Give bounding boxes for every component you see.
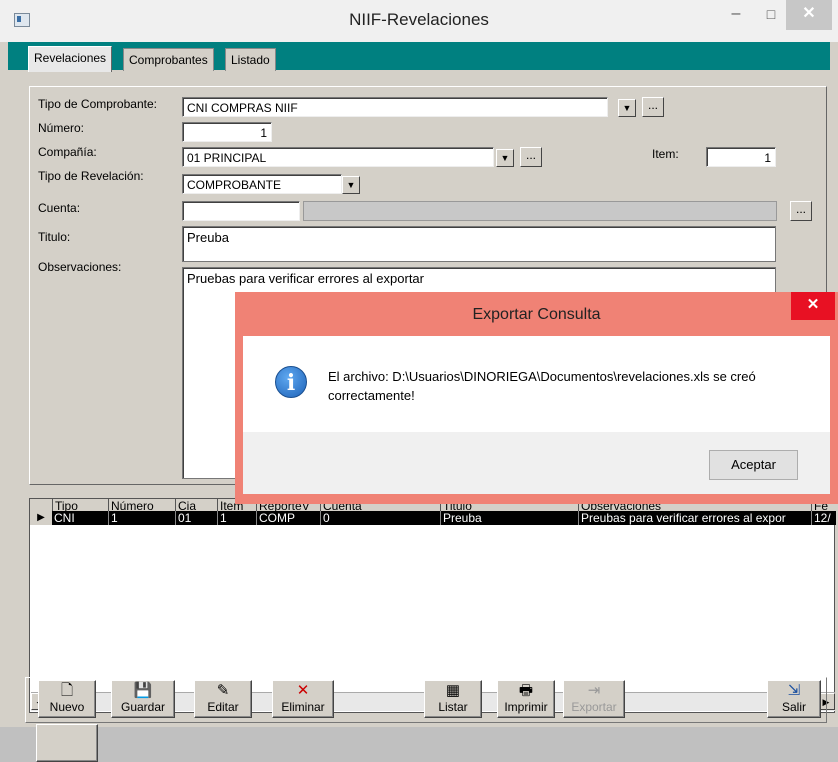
dialog-message: El archivo: D:\Usuarios\DINORIEGA\Docume… <box>328 369 756 403</box>
title-bar: NIIF-Revelaciones – □ ✕ <box>0 0 838 42</box>
nuevo-button[interactable] <box>36 724 98 762</box>
cell-titulo: Preuba <box>440 511 482 525</box>
chevron-down-icon[interactable]: ▼ <box>496 149 514 167</box>
tipo-revelacion-label: Tipo de Revelación: <box>38 169 144 183</box>
cuenta-field[interactable] <box>182 201 300 221</box>
cell-tipo: CNI <box>54 511 75 525</box>
cell-cia: 01 <box>175 511 191 525</box>
titulo-field[interactable]: Preuba <box>182 226 776 262</box>
dialog-close-button[interactable]: ✕ <box>791 292 835 320</box>
titulo-label: Titulo: <box>38 230 71 244</box>
dialog-footer: Aceptar <box>243 432 830 494</box>
table-row[interactable]: CNI 1 01 1 COMP 0 Preuba Preubas para ve… <box>30 511 836 525</box>
tipo-comprobante-select[interactable]: CNI COMPRAS NIIF <box>182 97 608 117</box>
tab-revelaciones[interactable]: Revelaciones <box>28 46 113 72</box>
close-button[interactable]: ✕ <box>786 0 832 30</box>
observaciones-label: Observaciones: <box>38 260 122 274</box>
cuenta-lookup-button[interactable]: ... <box>790 201 812 221</box>
dialog-title: Exportar Consulta <box>472 306 601 323</box>
cell-cuenta: 0 <box>320 511 330 525</box>
cuenta-description <box>303 201 777 221</box>
cell-reportev: COMP <box>256 511 295 525</box>
item-field[interactable]: 1 <box>706 147 776 167</box>
cuenta-label: Cuenta: <box>38 201 81 215</box>
compania-label: Compañía: <box>38 145 97 159</box>
numero-label: Número: <box>38 121 85 135</box>
tipo-comprobante-lookup-button[interactable]: ... <box>642 97 664 117</box>
tab-comprobantes[interactable]: Comprobantes <box>123 48 214 71</box>
compania-lookup-button[interactable]: ... <box>520 147 542 167</box>
cell-observaciones: Preubas para verificar errores al expor <box>578 511 786 525</box>
numero-field[interactable]: 1 <box>182 122 272 142</box>
aceptar-button[interactable]: Aceptar <box>709 450 798 480</box>
tab-listado[interactable]: Listado <box>225 48 276 71</box>
cell-numero: 1 <box>108 511 118 525</box>
chevron-down-icon[interactable]: ▼ <box>342 176 360 194</box>
tipo-revelacion-select[interactable]: COMPROBANTE <box>182 174 342 194</box>
item-label: Item: <box>652 147 679 161</box>
export-dialog: Exportar Consulta ✕ i El archivo: D:\Usu… <box>235 292 838 504</box>
cell-item: 1 <box>217 511 227 525</box>
chevron-down-icon[interactable]: ▼ <box>618 99 636 117</box>
cell-fecha: 12/ <box>811 511 831 525</box>
dialog-body: i El archivo: D:\Usuarios\DINORIEGA\Docu… <box>243 336 830 432</box>
row-pointer-icon: ▶ <box>30 511 52 525</box>
toolbar-frame <box>25 677 827 723</box>
tipo-comprobante-label: Tipo de Comprobante: <box>38 97 157 111</box>
info-icon: i <box>275 366 307 398</box>
compania-select[interactable]: 01 PRINCIPAL <box>182 147 494 167</box>
